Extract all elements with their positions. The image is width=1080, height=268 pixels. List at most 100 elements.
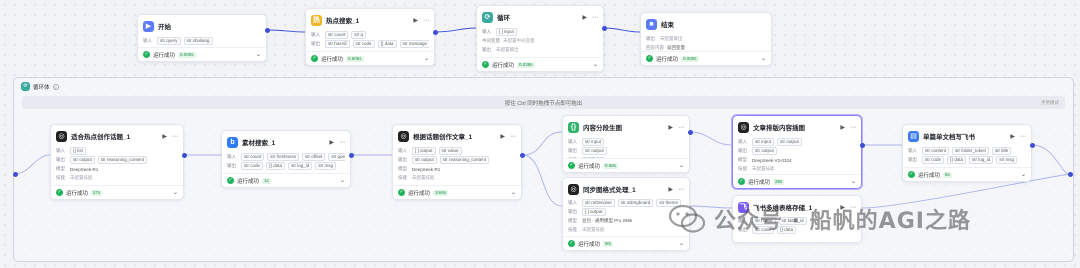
llm-icon: ◎	[56, 130, 67, 142]
run-node-icon[interactable]: ▶	[582, 14, 587, 21]
param-chip: str output	[412, 156, 437, 164]
more-icon[interactable]: ⋯	[423, 17, 429, 24]
run-node-icon[interactable]: ▶	[840, 124, 845, 131]
run-status[interactable]: ✓ 运行成功 0.605s ⌄	[306, 51, 434, 65]
run-node-icon[interactable]: ▶	[668, 124, 673, 131]
success-check-icon: ✓	[227, 177, 234, 184]
more-icon[interactable]: ⋯	[1020, 133, 1026, 140]
run-status-label: 运行成功	[578, 163, 601, 170]
run-status[interactable]: ✓ 运行成功 28s ⌄	[733, 174, 861, 188]
run-status[interactable]: ✓ 运行成功 1m6s ⌄	[393, 185, 521, 199]
run-status-label: 运行成功	[918, 172, 941, 179]
chevron-down-icon[interactable]: ⌄	[256, 51, 261, 58]
run-node-icon[interactable]: ▶	[413, 17, 418, 24]
chevron-down-icon[interactable]: ⌄	[679, 240, 684, 247]
node-layout-image[interactable]: ◎ 文章排版内容插图 ▶ ⋯ 输入 str input str output 输出…	[732, 115, 862, 189]
output-port[interactable]	[602, 26, 607, 31]
node-topic[interactable]: ◎ 适合热点创作话题_1 ▶ ⋯ 输入 {} list 输出 str output…	[50, 124, 184, 200]
param-chip: [ ] input	[496, 28, 517, 36]
row-value: 未配置技能	[752, 166, 775, 171]
loop-input-port[interactable]	[13, 172, 18, 177]
param-chip: str msg	[315, 162, 337, 170]
param-chip: str hasAll	[325, 40, 350, 48]
param-chip: str input	[582, 138, 605, 146]
more-icon[interactable]: ⋯	[678, 186, 684, 193]
output-port[interactable]	[182, 153, 187, 158]
output-port[interactable]	[688, 130, 693, 135]
output-port[interactable]	[265, 28, 270, 33]
success-check-icon: ✓	[908, 171, 915, 178]
run-status[interactable]: ✓ 运行成功 0.68s ⌄	[563, 158, 689, 172]
run-node-icon[interactable]: ▶	[500, 133, 505, 140]
success-check-icon: ✓	[568, 162, 575, 169]
more-icon[interactable]: ⋯	[850, 124, 856, 131]
more-icon[interactable]: ⋯	[510, 133, 516, 140]
output-port[interactable]	[520, 153, 525, 158]
run-node-icon[interactable]: ▶	[1010, 133, 1015, 140]
run-status[interactable]: ✓ 运行成功 27s ⌄	[51, 185, 183, 199]
param-chip: str reasoning_content	[439, 156, 490, 164]
param-chip: str title	[992, 147, 1012, 155]
chevron-down-icon[interactable]: ⌄	[340, 177, 345, 184]
output-port[interactable]	[349, 153, 354, 158]
run-node-icon[interactable]: ▶	[162, 133, 167, 140]
param-chip: {} data	[947, 156, 967, 164]
watermark: 公众号 · 船帆的AGI之路	[668, 203, 971, 235]
loop-icon: ⟳	[482, 11, 493, 23]
chevron-down-icon[interactable]: ⌄	[851, 178, 856, 185]
node-article[interactable]: ◎ 根据话题创作文章_1 ▶ ⋯ 输入 [ ] output str value …	[392, 124, 522, 200]
run-status[interactable]: ✓ 运行成功 0.000s ⌄	[138, 47, 266, 61]
node-title: 根据话题创作文章_1	[413, 134, 473, 141]
run-node-icon[interactable]: ▶	[329, 139, 334, 146]
node-start[interactable]: ▶ 开始 输入 str query str shuliang ✓ 运行成功 0.…	[137, 14, 267, 62]
output-port[interactable]	[1030, 143, 1035, 148]
node-content-split[interactable]: {} 内容分段生图 ▶ ⋯ 输入 str input 输出 str output …	[562, 115, 690, 173]
success-check-icon: ✓	[311, 55, 318, 62]
run-status[interactable]: ✓ 运行成功 9m ⌄	[563, 236, 689, 250]
run-status[interactable]: ✓ 运行成功 0.000s ⌄	[641, 51, 771, 65]
run-status-label: 运行成功	[656, 56, 679, 63]
model-name: 豆包 · 通用模型 Pro 256k	[582, 218, 633, 223]
row-label: 技能	[398, 175, 407, 180]
llm-icon: ◎	[568, 183, 579, 195]
param-chip: str q	[351, 31, 367, 39]
run-node-icon[interactable]: ▶	[668, 186, 673, 193]
row-label: 输入	[738, 139, 747, 144]
param-chip: {} list	[70, 147, 86, 155]
loop-output-port[interactable]	[1068, 172, 1073, 177]
chevron-down-icon[interactable]: ⌄	[424, 55, 429, 62]
more-icon[interactable]: ⋯	[172, 133, 178, 140]
param-chip: str code	[922, 156, 945, 164]
node-material-search[interactable]: b 素材搜索_1 ▶ ⋯ 输入 str count str freshness s…	[221, 130, 351, 188]
chevron-down-icon[interactable]: ⌄	[679, 162, 684, 169]
help-icon[interactable]: ?	[52, 83, 59, 90]
row-label: 输出	[568, 209, 577, 214]
run-status[interactable]: ✓ 运行成功 8s ⌄	[903, 167, 1031, 181]
chevron-down-icon[interactable]: ⌄	[511, 189, 516, 196]
llm-icon: ◎	[738, 121, 749, 133]
chevron-down-icon[interactable]: ⌄	[1021, 171, 1026, 178]
run-time: 1s	[262, 177, 271, 184]
param-chip: str value	[438, 147, 462, 155]
more-icon[interactable]: ⋯	[678, 124, 684, 131]
output-port[interactable]	[860, 143, 865, 148]
gesture-mode-label[interactable]: 手势模式	[1041, 100, 1059, 106]
row-label: 输入	[482, 29, 491, 34]
more-icon[interactable]: ⋯	[592, 14, 598, 21]
run-status[interactable]: ✓ 运行成功 0.038s ⌄	[477, 57, 603, 71]
output-port[interactable]	[433, 30, 438, 35]
chevron-down-icon[interactable]: ⌄	[173, 189, 178, 196]
run-status[interactable]: ✓ 运行成功 1s ⌄	[222, 173, 350, 187]
node-end[interactable]: ■ 结束 输出 未配置输出 回答内容 返回变量 ✓ 运行成功 0.000s ⌄	[640, 12, 772, 66]
chevron-down-icon[interactable]: ⌄	[593, 61, 598, 68]
node-hot-search[interactable]: 热 热点搜索_1 ▶ ⋯ 输入 str count str q 输出 str ha…	[305, 8, 435, 66]
more-icon[interactable]: ⋯	[339, 139, 345, 146]
row-label: 模型	[568, 218, 577, 223]
search-plugin-icon: 热	[311, 14, 322, 26]
node-loop[interactable]: ⟳ 循环 ▶ ⋯ 输入 [ ] input 中间变量 未配置中间变量 输出 未配置…	[476, 5, 604, 72]
stop-icon: ■	[646, 18, 657, 30]
chevron-down-icon[interactable]: ⌄	[761, 55, 766, 62]
row-label: 技能	[738, 166, 747, 171]
node-feishu-doc[interactable]: ▤ 单篇单文档写飞书 ▶ ⋯ 输入 str content str folder_…	[902, 124, 1032, 182]
run-status-label: 运行成功	[153, 52, 176, 59]
